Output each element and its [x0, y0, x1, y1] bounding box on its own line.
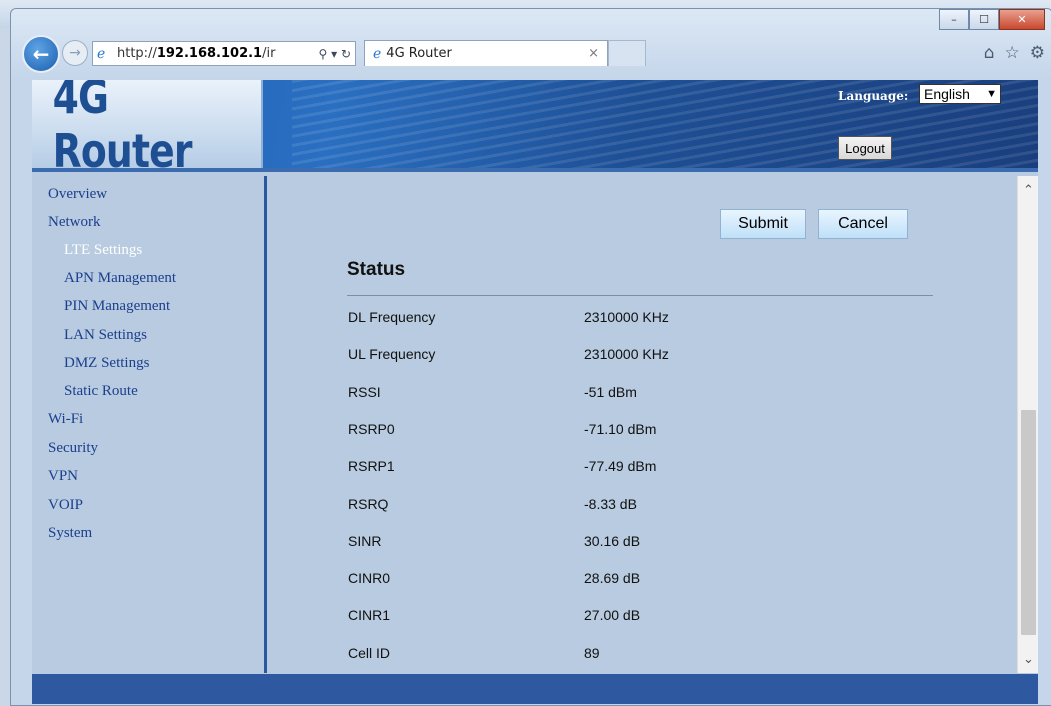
browser-toolbar-icons: ⌂ ☆ ⚙	[984, 43, 1045, 63]
status-row-value: 89	[584, 644, 600, 661]
status-row-value: -8.33 dB	[584, 495, 637, 512]
scroll-up-icon[interactable]: ⌃	[1018, 180, 1038, 200]
browser-navbar: ← → ℯ http://192.168.102.1/ir ⚲ ▾ ↻ ℯ 4G…	[22, 35, 1047, 73]
status-row-label: CINR1	[348, 607, 391, 624]
address-host: 192.168.102.1	[156, 46, 263, 61]
tab-4g-router[interactable]: ℯ 4G Router ×	[364, 40, 608, 66]
status-row-value: -71.10 dBm	[584, 420, 657, 437]
address-suffix: /ir	[262, 46, 276, 61]
sidebar-item-lan-settings[interactable]: LAN Settings	[64, 327, 147, 344]
language-value: English	[924, 86, 970, 102]
sidebar-item-lte-settings[interactable]: LTE Settings	[64, 242, 142, 259]
sidebar-item-voip[interactable]: VOIP	[48, 497, 83, 514]
sidebar-item-network[interactable]: Network	[48, 214, 101, 231]
minimize-button[interactable]: –	[939, 9, 969, 30]
back-button[interactable]: ←	[22, 35, 60, 73]
cancel-button[interactable]: Cancel	[818, 209, 908, 239]
scroll-thumb[interactable]	[1021, 410, 1036, 635]
sidebar-item-vpn[interactable]: VPN	[48, 468, 78, 485]
submit-button[interactable]: Submit	[720, 209, 806, 239]
gear-icon[interactable]: ⚙	[1030, 43, 1045, 63]
status-row-label: RSRP1	[348, 458, 395, 475]
maximize-button[interactable]: ☐	[969, 9, 999, 30]
banner-divider	[32, 168, 1038, 172]
arrow-left-icon: ←	[32, 42, 50, 66]
status-heading: Status	[347, 259, 406, 280]
address-tools-icons[interactable]: ⚲ ▾ ↻	[319, 47, 352, 61]
status-row-value: 2310000 KHz	[584, 309, 669, 325]
page-viewport: 4G Router Language: English ▼ Logout Ove…	[32, 80, 1038, 704]
sidebar-nav: Overview Network LTE Settings APN Managemen…	[32, 176, 264, 669]
language-label: Language:	[838, 89, 909, 103]
status-row-value: 30.16 dB	[584, 532, 641, 549]
sidebar-item-pin-management[interactable]: PIN Management	[64, 298, 170, 315]
status-row-value: 2310000 KHz	[584, 346, 669, 363]
tab-title: 4G Router	[386, 46, 452, 61]
status-row-label: CINR0	[348, 570, 391, 587]
scroll-down-icon[interactable]: ⌄	[1018, 649, 1038, 669]
logo-text: 4G Router	[52, 80, 193, 178]
status-row-value: 28.69 dB	[584, 570, 641, 587]
language-select[interactable]: English ▼	[919, 84, 1001, 104]
logout-button[interactable]: Logout	[838, 136, 892, 160]
star-icon[interactable]: ☆	[1005, 43, 1020, 63]
address-prefix: http://	[117, 46, 157, 61]
home-icon[interactable]: ⌂	[984, 43, 995, 63]
status-row-label: RSSI	[348, 383, 381, 400]
sidebar-item-wi-fi[interactable]: Wi-Fi	[48, 411, 83, 428]
chevron-down-icon: ▼	[986, 88, 997, 100]
status-row-label: RSRP0	[348, 420, 395, 437]
status-row-label: SINR	[348, 532, 382, 549]
status-row-label: RSRQ	[348, 495, 389, 512]
sidebar-item-apn-management[interactable]: APN Management	[64, 270, 176, 287]
sidebar-item-overview[interactable]: Overview	[48, 186, 107, 203]
router-logo: 4G Router	[32, 80, 263, 178]
status-row-value: -77.49 dBm	[584, 458, 657, 475]
status-row-value: -51 dBm	[584, 383, 637, 400]
sidebar-item-system[interactable]: System	[48, 525, 92, 542]
main-content: Submit Cancel Status DL Frequency 2310000…	[267, 176, 1017, 673]
status-row-label: UL Frequency	[348, 346, 436, 363]
footer-bar	[32, 674, 1038, 704]
address-bar[interactable]: ℯ http://192.168.102.1/ir ⚲ ▾ ↻	[92, 41, 356, 66]
close-window-button[interactable]: ✕	[999, 9, 1045, 30]
sidebar-item-dmz-settings[interactable]: DMZ Settings	[64, 355, 149, 372]
status-divider	[347, 295, 933, 296]
ie-logo-icon: ℯ	[97, 45, 106, 62]
status-row-label: Cell ID	[348, 644, 391, 661]
sidebar-item-security[interactable]: Security	[48, 440, 98, 457]
header-banner: 4G Router Language: English ▼ Logout	[32, 80, 1038, 178]
status-row-value: 27.00 dB	[584, 607, 641, 624]
arrow-right-icon: →	[69, 45, 81, 61]
ie-tab-icon: ℯ	[373, 45, 382, 62]
scrollbar[interactable]: ⌃ ⌄	[1017, 176, 1038, 673]
window-controls: – ☐ ✕	[939, 9, 1045, 30]
status-row-label: DL Frequency	[348, 309, 436, 325]
new-tab-button[interactable]	[608, 40, 646, 66]
sidebar-item-static-route[interactable]: Static Route	[64, 383, 138, 400]
forward-button[interactable]: →	[62, 40, 88, 66]
tab-close-icon[interactable]: ×	[588, 46, 599, 61]
